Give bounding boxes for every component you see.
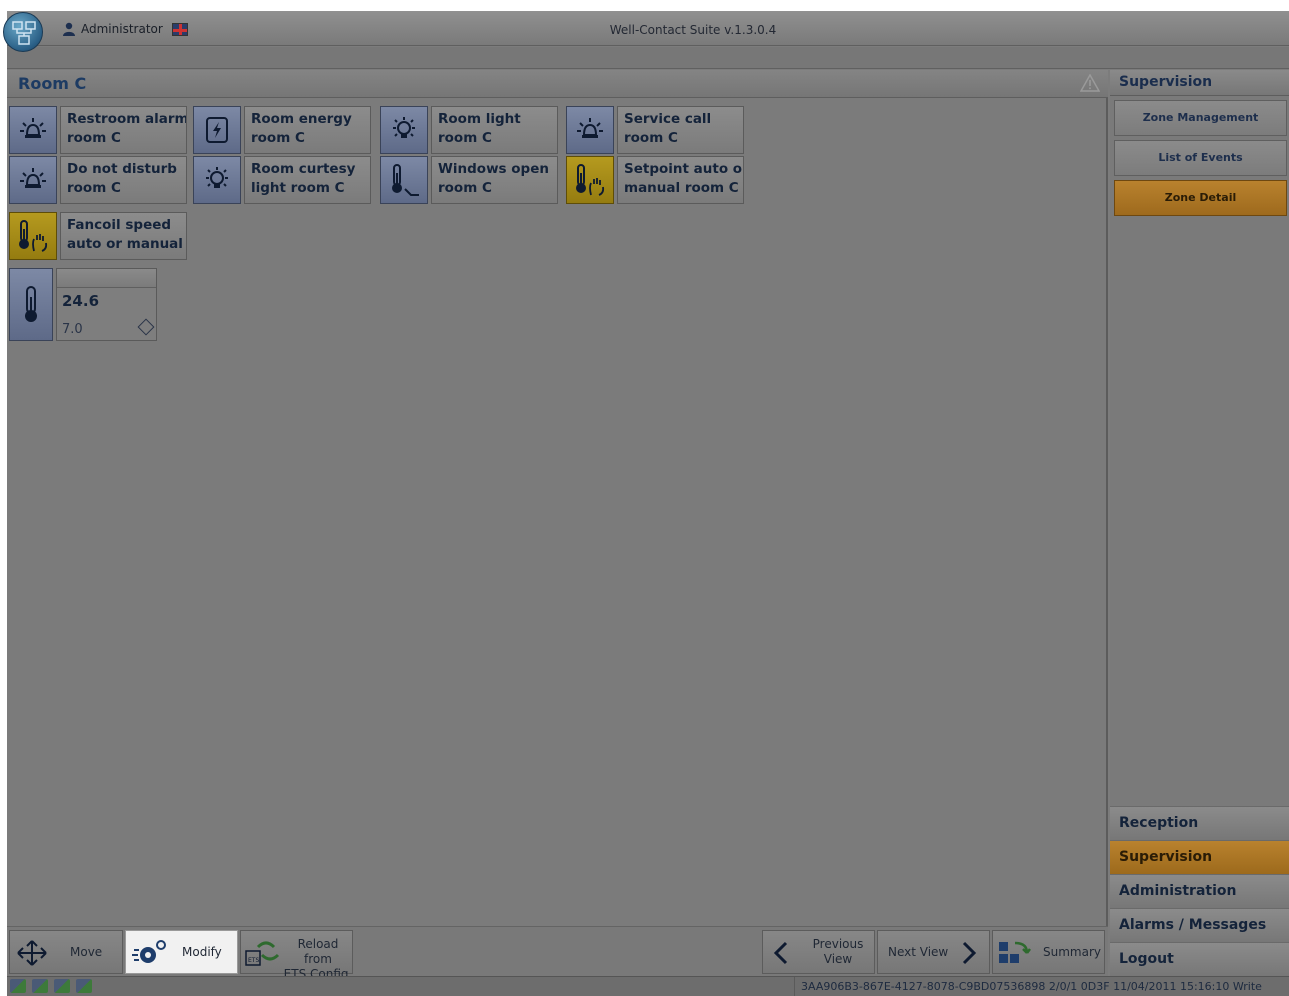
panel-header: Room C xyxy=(7,70,1108,98)
light-bulb-icon xyxy=(193,156,241,204)
app-logo[interactable] xyxy=(3,12,43,52)
warning-icon[interactable] xyxy=(1080,74,1100,92)
nav-administration[interactable]: Administration xyxy=(1110,874,1289,908)
summary-button[interactable]: Summary xyxy=(992,930,1105,974)
nav-logout[interactable]: Logout xyxy=(1110,942,1289,976)
energy-icon xyxy=(193,106,241,154)
previous-view-button[interactable]: Previous View xyxy=(762,930,875,974)
network-devices-icon xyxy=(12,21,36,45)
bus-telegram-info: 3AA906B3-867E-4127-8078-C9BD07536898 2/0… xyxy=(794,977,1289,996)
zone-detail-button[interactable]: Zone Detail xyxy=(1114,180,1287,216)
right-sidebar: Supervision Zone Management List of Even… xyxy=(1110,70,1289,976)
list-of-events-button[interactable]: List of Events xyxy=(1114,140,1287,176)
network-status-icon xyxy=(10,979,26,993)
tile-label: Setpoint auto or manual room C xyxy=(617,156,744,204)
zone-detail-panel: Room C Restroom alarm room C Room energy r… xyxy=(7,70,1108,926)
menu-bar xyxy=(7,47,1289,69)
svg-text:ETS: ETS xyxy=(248,957,259,964)
gears-icon xyxy=(132,940,166,963)
move-button[interactable]: Move xyxy=(9,930,123,974)
tile-label: Restroom alarm room C xyxy=(60,106,187,154)
alarm-status-icon xyxy=(76,979,92,993)
chevron-right-icon xyxy=(962,941,977,965)
app-window: Administrator Well-Contact Suite v.1.3.0… xyxy=(7,11,1289,996)
title-bar: Administrator Well-Contact Suite v.1.3.0… xyxy=(7,11,1289,46)
next-view-button[interactable]: Next View xyxy=(877,930,990,974)
nav-alarms-messages[interactable]: Alarms / Messages xyxy=(1110,908,1289,942)
move-arrows-icon xyxy=(17,940,47,966)
thermometer-hand-icon xyxy=(9,212,57,260)
nav-reception[interactable]: Reception xyxy=(1110,806,1289,840)
thermometer-icon xyxy=(9,268,53,341)
nav-supervision[interactable]: Supervision xyxy=(1110,840,1289,874)
tile-label: Service call room C xyxy=(617,106,744,154)
alarm-light-icon xyxy=(9,156,57,204)
thermostat-header xyxy=(57,269,156,288)
alarm-light-icon xyxy=(566,106,614,154)
thermometer-hand-icon xyxy=(566,156,614,204)
diamond-icon[interactable] xyxy=(137,318,155,336)
chevron-left-icon xyxy=(773,941,788,965)
status-bar: 3AA906B3-867E-4127-8078-C9BD07536898 2/0… xyxy=(7,976,1289,996)
database-status-icon xyxy=(32,979,48,993)
tile-label: Room curtesy light room C xyxy=(244,156,371,204)
reload-ets-button[interactable]: ETS Reload from ETS Config. xyxy=(240,930,353,981)
thermostat-widget[interactable]: 24.6 7.0 xyxy=(56,268,157,341)
thermometer-window-icon xyxy=(380,156,428,204)
bottom-toolbar: Move Modify ETS Reload from ETS Config. P… xyxy=(7,926,1108,981)
tile-label: Windows open room C xyxy=(431,156,558,204)
tile-label: Do not disturb room C xyxy=(60,156,187,204)
summary-icon xyxy=(999,941,1031,963)
window-title: Well-Contact Suite v.1.3.0.4 xyxy=(609,23,777,37)
setpoint-value: 7.0 xyxy=(62,322,83,337)
sidebar-header: Supervision xyxy=(1110,70,1289,96)
tile-label: Fancoil speed auto or manual xyxy=(60,212,187,260)
zone-management-button[interactable]: Zone Management xyxy=(1114,100,1287,136)
tile-label: Room light room C xyxy=(431,106,558,154)
alarm-light-icon xyxy=(9,106,57,154)
device-status-icon xyxy=(54,979,70,993)
light-bulb-icon xyxy=(380,106,428,154)
tile-label: Room energy room C xyxy=(244,106,371,154)
status-icons xyxy=(10,979,92,993)
temperature-value: 24.6 xyxy=(62,292,100,310)
room-title: Room C xyxy=(18,74,87,93)
ets-reload-icon: ETS xyxy=(245,941,280,966)
modify-button[interactable]: Modify xyxy=(125,930,238,974)
